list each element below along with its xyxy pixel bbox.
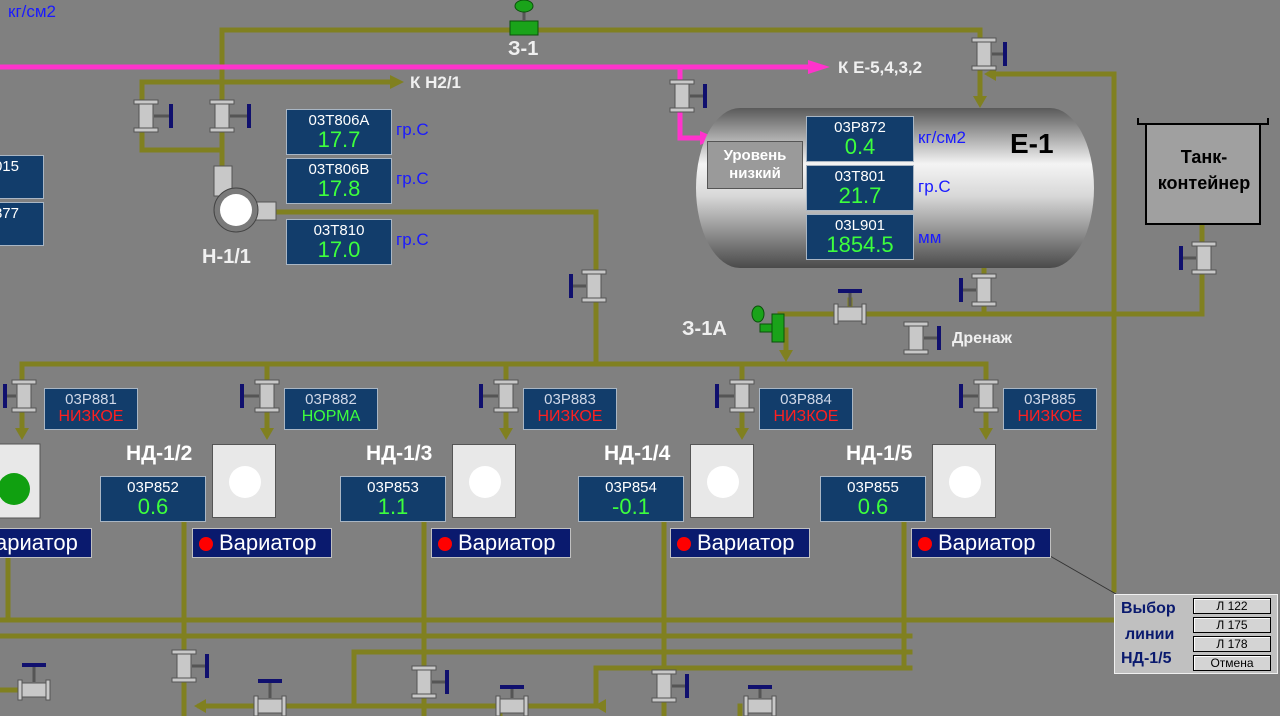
- tank-container-label: Танк-контейнер: [1157, 147, 1251, 193]
- tank-temp-readout: 03T801 21.7: [806, 165, 914, 211]
- temp-readout-1: 03T806A 17.7: [286, 109, 392, 155]
- valve-icon: [833, 289, 867, 325]
- temp-unit-2: гр.С: [396, 169, 429, 188]
- line-select-title-1: Выбор: [1121, 600, 1176, 617]
- alarm-03p883: 03P883 НИЗКОЕ: [523, 388, 617, 430]
- status-dot-icon: [438, 537, 452, 551]
- variator-button-5[interactable]: Вариатор: [911, 528, 1051, 558]
- alarm-03p882: 03P882 НОРМА: [284, 388, 378, 430]
- left-readout-a: 015: [0, 155, 44, 199]
- tank-name: Е-1: [1010, 128, 1054, 159]
- pump-nd-1-4-box[interactable]: [690, 444, 754, 518]
- pump-state-icon: [949, 466, 981, 498]
- tank-level-status: Уровень низкий: [707, 141, 803, 189]
- drain-label: Дренаж: [952, 330, 1012, 347]
- valve-icon: [3, 379, 37, 413]
- variator-button-1[interactable]: ариатор: [0, 528, 92, 558]
- valve-z1a-label: З-1А: [682, 318, 727, 340]
- pump-h1-1-label: Н-1/1: [202, 246, 251, 268]
- valve-icon: [1179, 241, 1217, 275]
- pump-nd-1-5-pressure: 03P855 0.6: [820, 476, 926, 522]
- valve-icon: [171, 649, 209, 683]
- arrow-h2-label: К Н2/1: [410, 73, 462, 92]
- status-dot-icon: [677, 537, 691, 551]
- pump-nd-1-5-box[interactable]: [932, 444, 996, 518]
- pump-nd-1-1-box[interactable]: [0, 443, 41, 519]
- valve-icon: [651, 669, 689, 703]
- tank-level-unit: мм: [918, 228, 942, 247]
- pump-state-icon: [229, 466, 261, 498]
- control-valve-z1a-icon: [751, 305, 785, 343]
- valves[interactable]: [3, 0, 1217, 716]
- control-valve-z1-icon: [509, 0, 539, 36]
- status-dot-icon: [199, 537, 213, 551]
- tank-level-readout: 03L901 1854.5: [806, 214, 914, 260]
- pump-nd-1-2-pressure: 03P852 0.6: [100, 476, 206, 522]
- temp-unit-1: гр.С: [396, 120, 429, 139]
- pump-nd-1-3-pressure: 03P853 1.1: [340, 476, 446, 522]
- valve-icon: [669, 79, 707, 113]
- pump-nd-1-2-label: НД-1/2: [126, 442, 193, 465]
- line-select-panel: Выбор линии НД-1/5 Л 122 Л 175 Л 178 Отм…: [1114, 594, 1278, 674]
- temp-readout-3: 03T810 17.0: [286, 219, 392, 265]
- status-dot-icon: [918, 537, 932, 551]
- arrow-e5-label: К Е-5,4,3,2: [838, 58, 923, 77]
- tank-temp-unit: гр.С: [918, 177, 951, 196]
- line-122-button[interactable]: Л 122: [1193, 598, 1271, 614]
- valve-icon: [569, 269, 607, 303]
- valve-icon: [209, 99, 251, 133]
- alarm-03p884: 03P884 НИЗКОЕ: [759, 388, 853, 430]
- line-175-button[interactable]: Л 175: [1193, 617, 1271, 633]
- valve-icon: [959, 379, 999, 413]
- valve-icon: [411, 665, 449, 699]
- valve-icon: [959, 273, 997, 307]
- tank-pressure-unit: кг/см2: [918, 128, 967, 147]
- cancel-button[interactable]: Отмена: [1193, 655, 1271, 671]
- valve-icon: [479, 379, 519, 413]
- valve-z1-label: З-1: [508, 38, 539, 60]
- selection-leader: [1049, 555, 1117, 595]
- line-select-title-3: НД-1/5: [1121, 650, 1172, 667]
- valve-icon: [133, 99, 173, 133]
- temp-unit-3: гр.С: [396, 230, 429, 249]
- pump-nd-1-3-box[interactable]: [452, 444, 516, 518]
- alarm-03p885: 03P885 НИЗКОЕ: [1003, 388, 1097, 430]
- pump-state-icon: [469, 466, 501, 498]
- variator-button-4[interactable]: Вариатор: [670, 528, 810, 558]
- valve-icon: [743, 685, 777, 716]
- pump-nd-1-3-label: НД-1/3: [366, 442, 433, 465]
- top-unit-label: кг/см2: [8, 2, 57, 21]
- pump-nd-1-2-box[interactable]: [212, 444, 276, 518]
- valve-icon: [971, 37, 1007, 71]
- valve-icon: [715, 379, 755, 413]
- pump-nd-1-5-label: НД-1/5: [846, 442, 913, 465]
- pump-nd-1-4-label: НД-1/4: [604, 442, 671, 465]
- valve-icon: [253, 679, 287, 716]
- tank-pressure-readout: 03P872 0.4: [806, 116, 914, 162]
- pump-state-icon: [707, 466, 739, 498]
- process-mimic: [0, 0, 1269, 716]
- left-readout-b: 377: [0, 202, 44, 246]
- line-select-title-2: линии: [1125, 626, 1175, 643]
- temp-readout-2: 03T806B 17.8: [286, 158, 392, 204]
- pump-h1-1-icon[interactable]: [213, 165, 277, 233]
- valve-icon: [495, 685, 529, 716]
- variator-button-2[interactable]: Вариатор: [192, 528, 332, 558]
- variator-button-3[interactable]: Вариатор: [431, 528, 571, 558]
- valve-icon: [240, 379, 280, 413]
- pump-nd-1-4-pressure: 03P854 -0.1: [578, 476, 684, 522]
- valve-icon: [903, 321, 941, 355]
- alarm-03p881: 03P881 НИЗКОЕ: [44, 388, 138, 430]
- valve-icon: [17, 663, 51, 701]
- line-178-button[interactable]: Л 178: [1193, 636, 1271, 652]
